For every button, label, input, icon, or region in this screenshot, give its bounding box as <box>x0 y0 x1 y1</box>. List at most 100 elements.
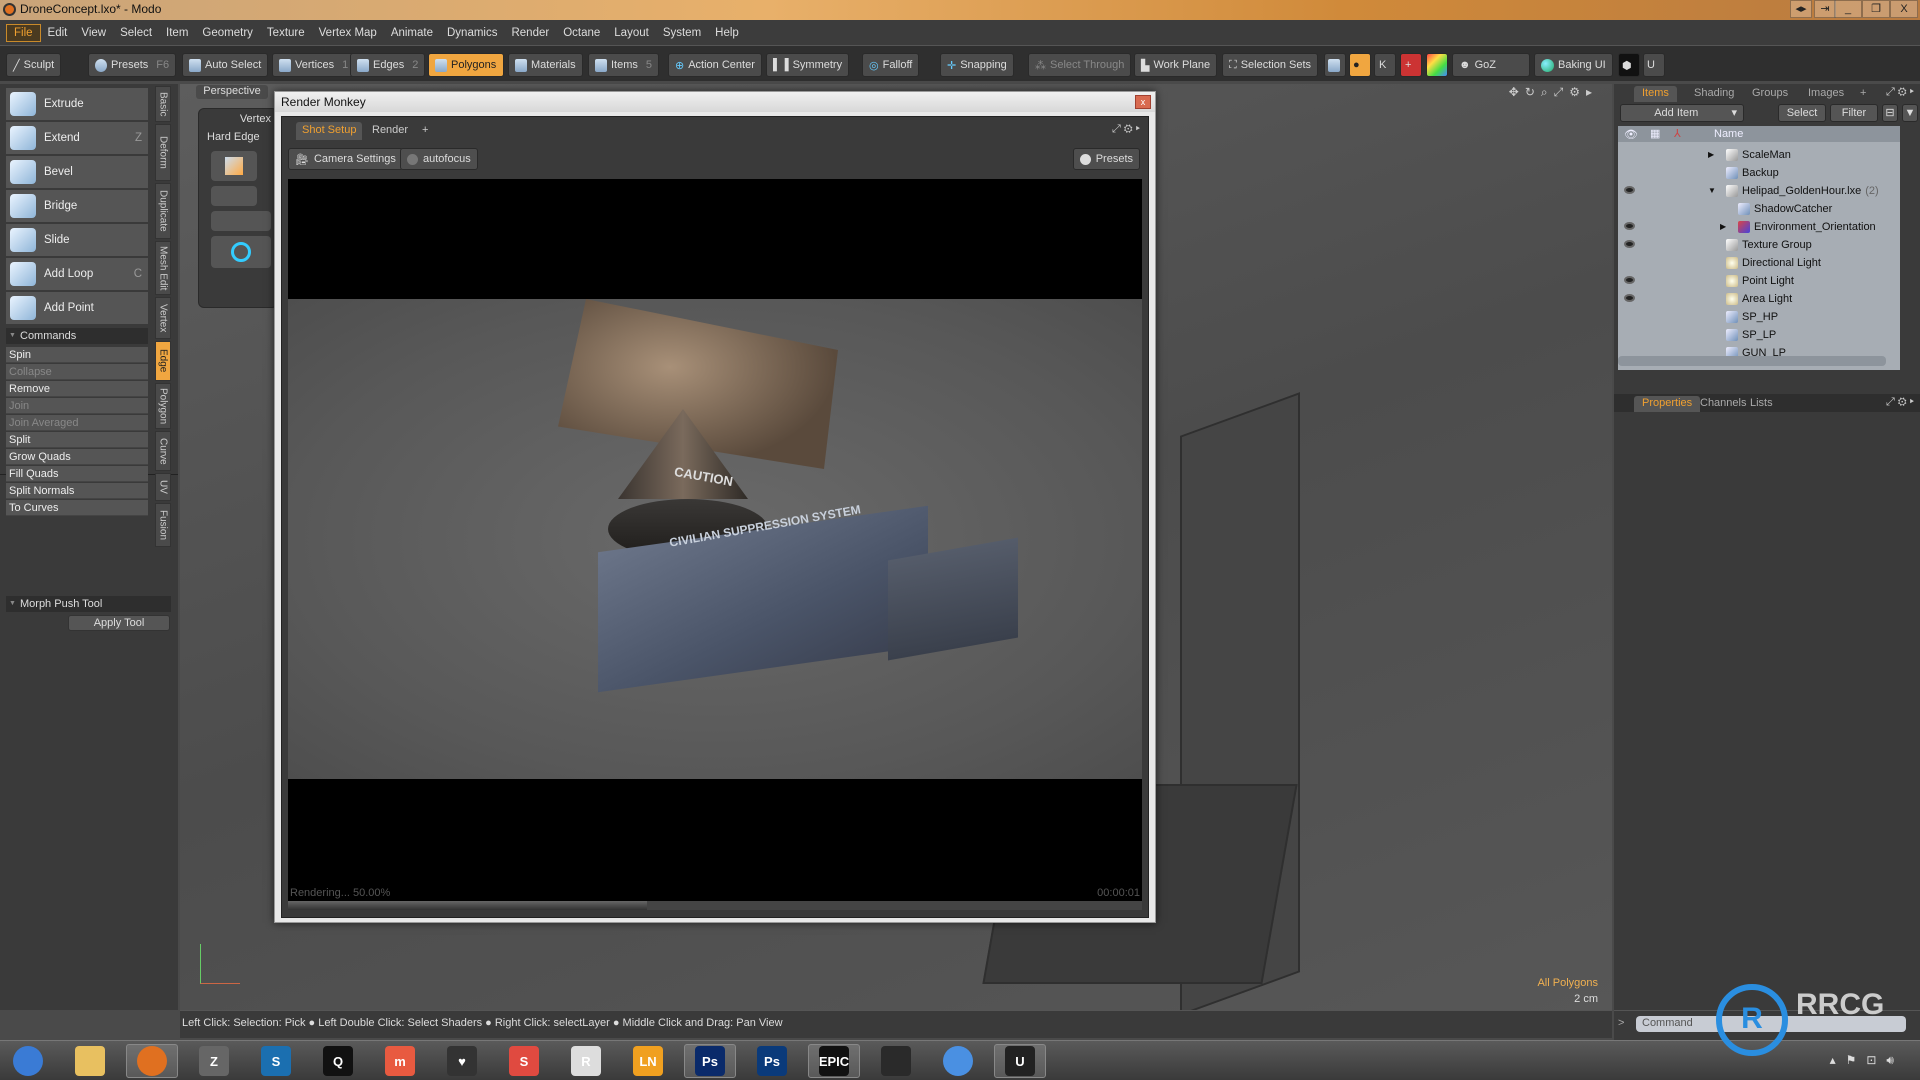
add-tab-button[interactable]: + <box>1852 86 1874 102</box>
expand-right-icon[interactable]: ▶ <box>1708 146 1714 164</box>
eye-icon[interactable] <box>1624 240 1635 248</box>
tool-extrude[interactable]: Extrude <box>6 88 148 121</box>
menu-help[interactable]: Help <box>708 25 746 41</box>
tab-lists[interactable]: Lists <box>1742 396 1781 412</box>
presets-button[interactable]: Presets F6 <box>88 53 177 77</box>
item-row[interactable]: Backup <box>1618 164 1900 182</box>
item-row[interactable]: Texture Group <box>1618 236 1900 254</box>
taskbar-intellij[interactable] <box>870 1044 922 1078</box>
plugin-plus-button[interactable]: + <box>1400 53 1422 77</box>
tool-extend[interactable]: Extend Z <box>6 122 148 155</box>
vtab-basic[interactable]: Basic <box>155 86 171 122</box>
taskbar-ln[interactable]: LN <box>622 1044 674 1078</box>
taskbar-blender[interactable] <box>126 1044 178 1078</box>
plugin-eye-button[interactable]: ● <box>1349 53 1371 77</box>
eye-icon[interactable] <box>1624 222 1635 230</box>
vtab-duplicate[interactable]: Duplicate <box>155 183 171 239</box>
add-item-dropdown[interactable]: Add Item ▾ <box>1620 104 1744 122</box>
tab-images[interactable]: Images <box>1800 86 1852 102</box>
taskbar-unreal[interactable]: U <box>994 1044 1046 1078</box>
expand-right-icon[interactable]: ▶ <box>1720 218 1726 236</box>
items-button[interactable]: Items 5 <box>588 53 660 77</box>
action-center-button[interactable]: ⊕ Action Center <box>668 53 762 77</box>
menu-file[interactable]: File <box>6 23 41 42</box>
vtab-deform[interactable]: Deform <box>155 124 171 181</box>
render-preview[interactable]: CAUTION CIVILIAN SUPPRESSION SYSTEM Rend… <box>288 179 1142 901</box>
command-grow-quads[interactable]: Grow Quads <box>6 449 148 465</box>
expand-down-icon[interactable]: ▼ <box>1708 182 1716 200</box>
edges-button[interactable]: Edges 2 <box>350 53 426 77</box>
select-through-button[interactable]: ⁂ Select Through <box>1028 53 1132 77</box>
layout-icon[interactable]: ◂▸ <box>1790 0 1812 18</box>
taskbar-chrome[interactable] <box>932 1044 984 1078</box>
command-collapse[interactable]: Collapse <box>6 364 148 380</box>
taskbar-marmoset[interactable]: m <box>374 1044 426 1078</box>
taskbar-app-red[interactable]: ♥ <box>436 1044 488 1078</box>
tab-items[interactable]: Items <box>1634 86 1677 102</box>
polygons-button[interactable]: Polygons <box>428 53 504 77</box>
goz-button[interactable]: ☻ GoZ <box>1452 53 1530 77</box>
camera-settings-button[interactable]: 🎥︎ Camera Settings <box>288 148 403 170</box>
menu-animate[interactable]: Animate <box>384 25 440 41</box>
menu-dynamics[interactable]: Dynamics <box>440 25 504 41</box>
tool-slide[interactable]: Slide <box>6 224 148 257</box>
menu-select[interactable]: Select <box>113 25 159 41</box>
menu-octane[interactable]: Octane <box>556 25 607 41</box>
close-button[interactable]: X <box>1890 0 1918 18</box>
eye-icon[interactable] <box>1624 294 1635 302</box>
render-monkey-title[interactable]: Render Monkey <box>275 92 1155 112</box>
menu-system[interactable]: System <box>656 25 708 41</box>
snapping-button[interactable]: ✛ Snapping <box>940 53 1014 77</box>
funnel-icon[interactable]: ▼ <box>1902 104 1918 122</box>
menu-layout[interactable]: Layout <box>607 25 656 41</box>
menu-item[interactable]: Item <box>159 25 195 41</box>
command-spin[interactable]: Spin <box>6 347 148 363</box>
eye-icon[interactable] <box>1624 186 1635 194</box>
menu-edit[interactable]: Edit <box>41 25 75 41</box>
tool-bevel[interactable]: Bevel <box>6 156 148 189</box>
menu-geometry[interactable]: Geometry <box>195 25 260 41</box>
item-row[interactable]: ShadowCatcher <box>1618 200 1900 218</box>
vtab-curve[interactable]: Curve <box>155 431 171 471</box>
vertices-button[interactable]: Vertices 1 <box>272 53 356 77</box>
octane-button[interactable]: ⬢ <box>1618 53 1640 77</box>
taskbar-steam[interactable]: S <box>250 1044 302 1078</box>
tool-add-point[interactable]: Add Point <box>6 292 148 325</box>
viewport-view-label[interactable]: Perspective <box>196 85 268 99</box>
menu-view[interactable]: View <box>74 25 113 41</box>
hard-edge-cube-button[interactable] <box>211 151 257 181</box>
palette-button[interactable] <box>211 236 271 268</box>
command-to-curves[interactable]: To Curves <box>6 500 148 516</box>
collapse-icon[interactable]: ⊟ <box>1882 104 1898 122</box>
taskbar-file-explorer[interactable] <box>64 1044 116 1078</box>
item-row[interactable]: ▶ Environment_Orientation <box>1618 218 1900 236</box>
add-tab-button[interactable]: + <box>416 122 434 140</box>
command-remove[interactable]: Remove <box>6 381 148 397</box>
command-split-normals[interactable]: Split Normals <box>6 483 148 499</box>
palette-button[interactable] <box>211 186 257 206</box>
commands-header[interactable]: Commands <box>6 328 148 344</box>
menu-vertex-map[interactable]: Vertex Map <box>312 25 384 41</box>
item-row[interactable]: Directional Light <box>1618 254 1900 272</box>
taskbar-reality-capture[interactable]: R <box>560 1044 612 1078</box>
plugin-cube-button[interactable] <box>1324 53 1346 77</box>
tool-add-loop[interactable]: Add Loop C <box>6 258 148 291</box>
taskbar-start[interactable] <box>2 1044 54 1078</box>
taskbar-photoshop[interactable]: Ps <box>684 1044 736 1078</box>
command-join-averaged[interactable]: Join Averaged <box>6 415 148 431</box>
taskbar-substance[interactable]: S <box>498 1044 550 1078</box>
panel-options-icons[interactable]: ⤢ ⚙ ▸ <box>1886 86 1914 99</box>
item-row[interactable]: Point Light <box>1618 272 1900 290</box>
tab-shading[interactable]: Shading <box>1686 86 1742 102</box>
item-row[interactable]: SP_HP <box>1618 308 1900 326</box>
filter-button[interactable]: Filter <box>1830 104 1878 122</box>
minimize-button[interactable]: _ <box>1834 0 1862 18</box>
command-split[interactable]: Split <box>6 432 148 448</box>
item-row[interactable]: SP_LP <box>1618 326 1900 344</box>
item-row[interactable]: ▼ Helipad_GoldenHour.lxe (2) <box>1618 182 1900 200</box>
vtab-edge[interactable]: Edge <box>155 341 171 381</box>
tab-groups[interactable]: Groups <box>1744 86 1796 102</box>
baking-ui-button[interactable]: Baking UI <box>1534 53 1613 77</box>
command-fill-quads[interactable]: Fill Quads <box>6 466 148 482</box>
render-monkey-close-button[interactable]: x <box>1135 95 1151 109</box>
